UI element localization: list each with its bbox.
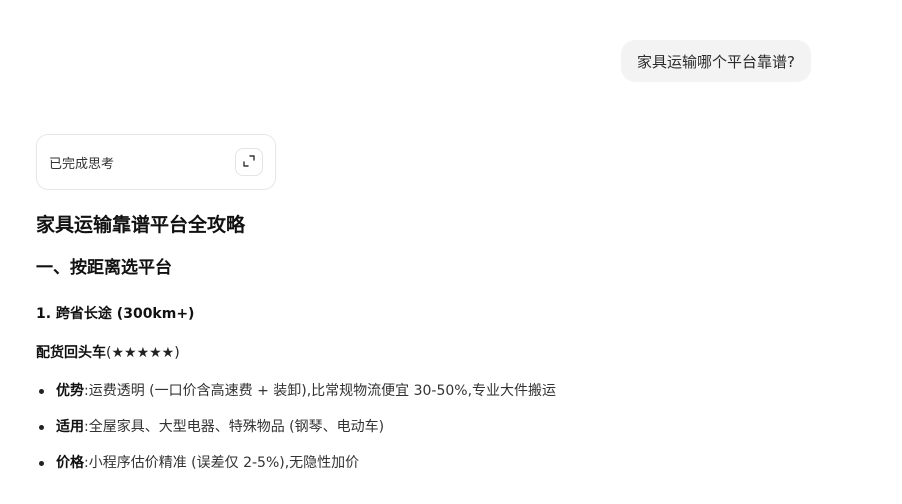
list-item: 适用:全屋家具、大型电器、特殊物品 (钢琴、电动车) bbox=[36, 416, 856, 438]
expand-icon bbox=[242, 153, 256, 172]
user-message-bubble: 家具运输哪个平台靠谱? bbox=[621, 40, 811, 82]
list-item-text: 运费透明 (一口价含高速费 + 装卸),比常规物流便宜 30-50%,专业大件搬… bbox=[88, 383, 557, 399]
list-item-text: 小程序估价精准 (误差仅 2-5%),无隐性加价 bbox=[88, 455, 360, 471]
list-item-text: 全屋家具、大型电器、特殊物品 (钢琴、电动车) bbox=[88, 419, 385, 435]
feature-list: 优势:运费透明 (一口价含高速费 + 装卸),比常规物流便宜 30-50%,专业… bbox=[36, 380, 856, 474]
answer-title: 家具运输靠谱平台全攻略 bbox=[36, 214, 246, 236]
option-line: 配货回头车(★★★★★) bbox=[36, 342, 856, 364]
list-item: 优势:运费透明 (一口价含高速费 + 装卸),比常规物流便宜 30-50%,专业… bbox=[36, 380, 856, 402]
option-name: 配货回头车 bbox=[36, 345, 106, 361]
list-item: 价格:小程序估价精准 (误差仅 2-5%),无隐性加价 bbox=[36, 452, 856, 474]
list-item-term: 优势 bbox=[56, 383, 84, 399]
expand-button[interactable] bbox=[235, 148, 263, 176]
assistant-answer: 家具运输靠谱平台全攻略 一、按距离选平台 1. 跨省长途 (300km+) 配货… bbox=[36, 205, 856, 488]
chat-page: 家具运输哪个平台靠谱? 已完成思考 家具运输靠谱平台全攻略 一、按距离选平台 1… bbox=[0, 0, 902, 504]
section-heading: 一、按距离选平台 bbox=[36, 258, 172, 278]
user-message-text: 家具运输哪个平台靠谱? bbox=[637, 52, 795, 71]
option-rating: (★★★★★) bbox=[106, 345, 180, 361]
list-item-term: 适用 bbox=[56, 419, 84, 435]
list-item-term: 价格 bbox=[56, 455, 84, 471]
subsection-heading: 1. 跨省长途 (300km+) bbox=[36, 306, 195, 322]
thinking-card[interactable]: 已完成思考 bbox=[36, 134, 276, 190]
thinking-label: 已完成思考 bbox=[49, 156, 115, 172]
